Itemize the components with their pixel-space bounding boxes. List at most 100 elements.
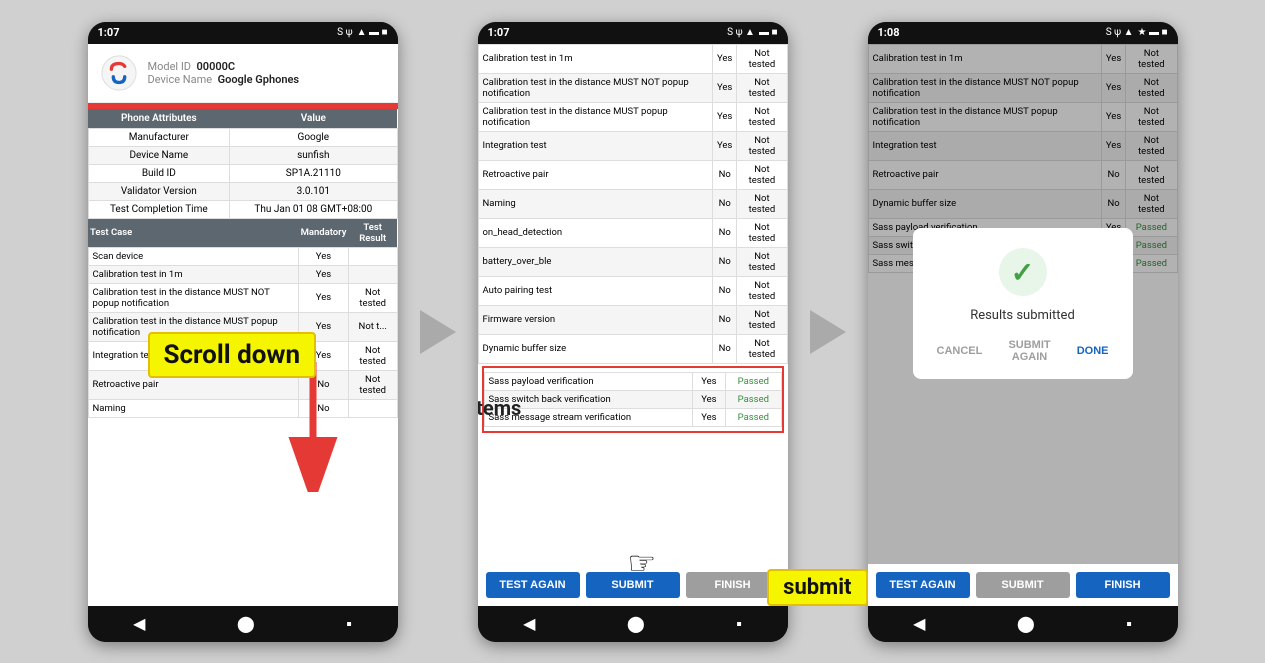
back-button-1[interactable]: ◀ xyxy=(133,614,145,633)
status-bar-3: 1:08 S ψ ▲ ★ ▬ ■ xyxy=(868,22,1178,44)
back-button-2[interactable]: ◀ xyxy=(523,614,535,633)
phone1-wrapper: 1:07 S ψ ▲ ▬ ■ Mode xyxy=(88,22,398,642)
test-table-scroll-2[interactable]: Calibration test in 1mYesNot tested Cali… xyxy=(478,44,788,564)
attr-row: Device Namesunfish xyxy=(88,146,397,164)
test-table-scroll-3[interactable]: Calibration test in 1mYesNot tested Cali… xyxy=(868,44,1178,564)
sass-section: Sass payload verificationYesPassed Sass … xyxy=(478,366,788,433)
phone2-screen: Calibration test in 1mYesNot tested Cali… xyxy=(478,44,788,606)
phone3: 1:08 S ψ ▲ ★ ▬ ■ Calibration test in 1mY… xyxy=(868,22,1178,642)
phone3-wrapper: 1:08 S ψ ▲ ★ ▬ ■ Calibration test in 1mY… xyxy=(868,22,1178,642)
phone1-screen: Model ID 00000C Device Name Google Gphon… xyxy=(88,44,398,606)
modal-cancel-button[interactable]: CANCEL xyxy=(929,335,991,367)
device-info: Model ID 00000C Device Name Google Gphon… xyxy=(148,60,300,86)
square-button-2[interactable]: ▪ xyxy=(736,614,742,634)
table-row: Auto pairing testNoNot tested xyxy=(478,276,787,305)
finish-button-3[interactable]: FINISH xyxy=(1076,572,1170,598)
modal-buttons: CANCEL SUBMIT AGAIN DONE xyxy=(929,335,1117,367)
arrow-right-icon-2 xyxy=(810,310,846,354)
table-row: Calibration test in the distance MUST po… xyxy=(88,312,397,341)
table-row: Integration testYesNot tested xyxy=(478,131,787,160)
time-3: 1:08 xyxy=(878,26,900,39)
status-icons-2: S ψ ▲ ▬ ■ xyxy=(727,27,777,38)
arrow-right-icon-1 xyxy=(420,310,456,354)
square-button-1[interactable]: ▪ xyxy=(346,614,352,634)
test-col-1: Test Case xyxy=(88,219,299,248)
square-button-3[interactable]: ▪ xyxy=(1126,614,1132,634)
sass-row: Sass message stream verificationYesPasse… xyxy=(484,408,781,426)
home-button-2[interactable]: ⬤ xyxy=(627,614,645,633)
nav-bar-1: ◀ ⬤ ▪ xyxy=(88,606,398,642)
attr-table: Phone Attributes Value ManufacturerGoogl… xyxy=(88,109,398,219)
finish-button-2[interactable]: FINISH xyxy=(686,572,780,598)
arrow-2-3 xyxy=(788,310,868,354)
table-row: battery_over_bleNoNot tested xyxy=(478,247,787,276)
attr-row: Build IDSP1A.21110 xyxy=(88,164,397,182)
sass-box: Sass payload verificationYesPassed Sass … xyxy=(482,366,784,433)
table-row: NamingNo xyxy=(88,399,397,417)
signal-icon-2: S ψ ▲ xyxy=(727,27,755,38)
test-table-1: Test Case Mandatory Test Result Scan dev… xyxy=(88,219,398,418)
submit-button-3[interactable]: SUBMIT xyxy=(976,572,1070,598)
model-id-row: Model ID 00000C xyxy=(148,60,300,73)
table-row: Calibration test in the distance MUST po… xyxy=(478,102,787,131)
nav-bar-3: ◀ ⬤ ▪ xyxy=(868,606,1178,642)
table-row: Scan deviceYes xyxy=(88,247,397,265)
phone2-btn-row: TEST AGAIN SUBMIT FINISH xyxy=(478,564,788,606)
phone3-screen: Calibration test in 1mYesNot tested Cali… xyxy=(868,44,1178,606)
sass-label: SASS items xyxy=(478,396,522,420)
time-2: 1:07 xyxy=(488,26,510,39)
time-1: 1:07 xyxy=(98,26,120,39)
status-bar-2: 1:07 S ψ ▲ ▬ ■ xyxy=(478,22,788,44)
test-col-3: Test Result xyxy=(348,219,397,248)
phone2-wrapper: 1:07 S ψ ▲ ▬ ■ Calibration test in 1mYes… xyxy=(478,22,788,642)
test-again-button-2[interactable]: TEST AGAIN xyxy=(486,572,580,598)
table-row: Calibration test in the distance MUST NO… xyxy=(88,283,397,312)
table-row: Calibration test in 1mYesNot tested xyxy=(478,44,787,73)
status-icons-1: S ψ ▲ ▬ ■ xyxy=(337,27,387,38)
test-again-button-3[interactable]: TEST AGAIN xyxy=(876,572,970,598)
table-row: NamingNoNot tested xyxy=(478,189,787,218)
home-button-1[interactable]: ⬤ xyxy=(237,614,255,633)
device-logo xyxy=(100,54,138,92)
status-icons-3: S ψ ▲ ★ ▬ ■ xyxy=(1106,27,1168,38)
signal-icon-1: S ψ xyxy=(337,27,352,38)
phone1: 1:07 S ψ ▲ ▬ ■ Mode xyxy=(88,22,398,642)
modal-overlay: ✓ Results submitted CANCEL SUBMIT AGAIN … xyxy=(868,44,1178,564)
back-button-3[interactable]: ◀ xyxy=(913,614,925,633)
table-row: Retroactive pairNoNot tested xyxy=(478,160,787,189)
table-row: Calibration test in 1mYes xyxy=(88,265,397,283)
phone2: 1:07 S ψ ▲ ▬ ■ Calibration test in 1mYes… xyxy=(478,22,788,642)
success-check-icon: ✓ xyxy=(999,248,1047,296)
table-row: Calibration test in the distance MUST NO… xyxy=(478,73,787,102)
arrow-1-2 xyxy=(398,310,478,354)
test-table-scroll-1[interactable]: Test Case Mandatory Test Result Scan dev… xyxy=(88,219,398,606)
nav-bar-2: ◀ ⬤ ▪ xyxy=(478,606,788,642)
wifi-icon-1: ▲ ▬ ■ xyxy=(357,27,388,38)
attr-col-1: Phone Attributes xyxy=(88,109,230,129)
table-row: Firmware versionNoNot tested xyxy=(478,305,787,334)
modal-submit-again-button[interactable]: SUBMIT AGAIN xyxy=(1000,335,1058,367)
home-button-3[interactable]: ⬤ xyxy=(1017,614,1035,633)
submit-label: submit xyxy=(783,575,851,600)
test-col-2: Mandatory xyxy=(299,219,349,248)
attr-col-2: Value xyxy=(230,109,397,129)
checkmark-icon: ✓ xyxy=(1011,256,1034,289)
status-bar-1: 1:07 S ψ ▲ ▬ ■ xyxy=(88,22,398,44)
results-modal: ✓ Results submitted CANCEL SUBMIT AGAIN … xyxy=(913,228,1133,379)
signal-icon-3: S ψ ▲ xyxy=(1106,27,1134,38)
table-row: on_head_detectionNoNot tested xyxy=(478,218,787,247)
submit-button-2[interactable]: SUBMIT xyxy=(586,572,680,598)
attr-row: ManufacturerGoogle xyxy=(88,128,397,146)
device-name-row: Device Name Google Gphones xyxy=(148,73,300,86)
table-row: Dynamic buffer sizeNoNot tested xyxy=(478,334,787,363)
main-container: 1:07 S ψ ▲ ▬ ■ Mode xyxy=(0,0,1265,663)
wifi-icon-3: ★ ▬ ■ xyxy=(1138,27,1168,38)
sass-table: Sass payload verificationYesPassed Sass … xyxy=(484,372,782,427)
modal-done-button[interactable]: DONE xyxy=(1069,335,1117,367)
phone3-btn-row: TEST AGAIN SUBMIT FINISH xyxy=(868,564,1178,606)
test-table-2: Calibration test in 1mYesNot tested Cali… xyxy=(478,44,788,364)
sass-row: Sass payload verificationYesPassed xyxy=(484,372,781,390)
attr-row: Validator Version3.0.101 xyxy=(88,182,397,200)
sass-row: Sass switch back verificationYesPassed xyxy=(484,390,781,408)
table-row: Integration testYesNot tested xyxy=(88,341,397,370)
